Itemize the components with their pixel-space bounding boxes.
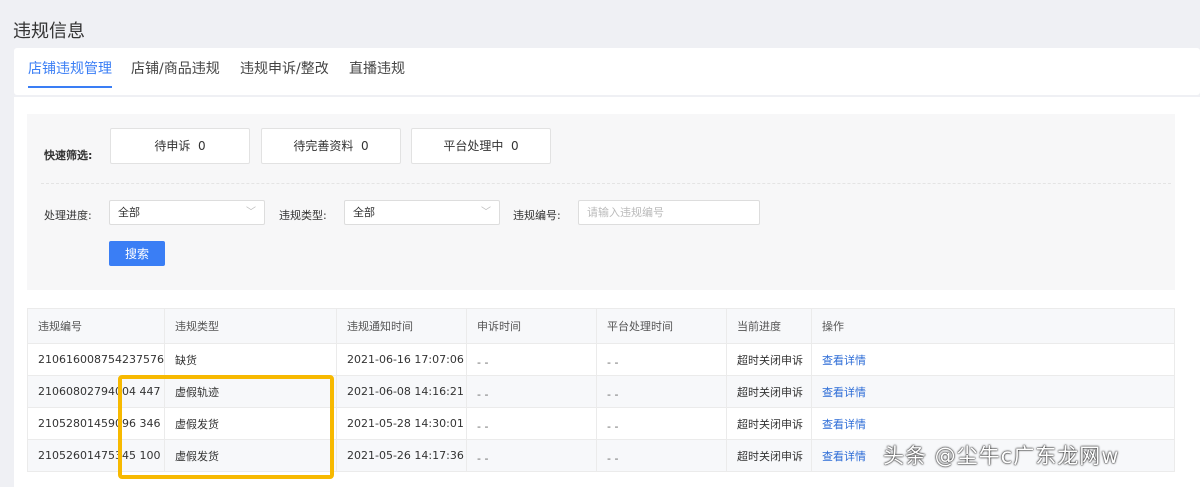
table-row: 210616008754237576 缺货 2021-06-16 17:07:06-… xyxy=(27,343,1176,376)
cell-notice: 2021-05-28 14:30:01 xyxy=(335,407,467,440)
quick-count: 0 xyxy=(198,139,206,153)
col-header: 违规编号 xyxy=(27,308,165,344)
cell-action: 查看详情 xyxy=(810,407,1176,440)
cell-appeal: - - xyxy=(465,407,597,440)
col-header: 操作 xyxy=(810,308,1176,344)
chevron-down-icon: ﹀ xyxy=(246,207,256,218)
cell-id: 210616008754237576 xyxy=(27,343,165,376)
progress-value: 全部 xyxy=(118,206,140,219)
tab-store-violation-management[interactable]: 店铺违规管理 xyxy=(28,58,112,88)
quick-count: 0 xyxy=(511,139,519,153)
cell-status: 超时关闭申诉 xyxy=(725,407,812,440)
quick-filter-platform-processing[interactable]: 平台处理中 0 xyxy=(411,128,551,164)
cell-action: 查看详情 xyxy=(810,375,1176,408)
cell-status: 超时关闭申诉 xyxy=(725,439,812,472)
tab-live-violation[interactable]: 直播违规 xyxy=(349,58,405,86)
cell-status: 超时关闭申诉 xyxy=(725,343,812,376)
watermark: 头条 @尘牛c广东龙网w xyxy=(883,444,1120,468)
col-header: 当前进度 xyxy=(725,308,812,344)
quick-filter-label: 快速筛选: xyxy=(44,149,93,162)
quick-label: 待完善资料 xyxy=(293,139,354,153)
table-row: 21060802794004 447 虚假轨迹 2021-06-08 14:16:2… xyxy=(27,375,1176,408)
cell-type: 虚假轨迹 xyxy=(163,375,337,408)
tab-store-product-violation[interactable]: 店铺/商品违规 xyxy=(131,58,220,86)
page-title: 违规信息 xyxy=(13,21,85,42)
cell-appeal: - - xyxy=(465,439,597,472)
id-label: 违规编号: xyxy=(513,209,561,222)
progress-select[interactable]: 全部 ﹀ xyxy=(109,200,265,225)
col-header: 违规通知时间 xyxy=(335,308,467,344)
divider xyxy=(41,183,1171,184)
violation-id-input[interactable] xyxy=(578,200,760,225)
quick-count: 0 xyxy=(361,139,369,153)
cell-type: 虚假发货 xyxy=(163,439,337,472)
cell-notice: 2021-05-26 14:17:36 xyxy=(335,439,467,472)
cell-action: 查看详情 xyxy=(810,343,1176,376)
type-select[interactable]: 全部 ﹀ xyxy=(344,200,500,225)
cell-type: 缺货 xyxy=(163,343,337,376)
quick-label: 平台处理中 xyxy=(443,139,504,153)
col-header: 平台处理时间 xyxy=(595,308,727,344)
filter-area: 快速筛选: 待申诉 0 待完善资料 0 平台处理中 0 处理进度: 全部 ﹀ 违规… xyxy=(27,114,1175,290)
cell-platform: - - xyxy=(595,439,727,472)
cell-notice: 2021-06-08 14:16:21 xyxy=(335,375,467,408)
cell-id: 21052601475345 100 xyxy=(27,439,165,472)
col-header: 违规类型 xyxy=(163,308,337,344)
tab-bar: 店铺违规管理 店铺/商品违规 违规申诉/整改 直播违规 xyxy=(14,48,1200,95)
cell-appeal: - - xyxy=(465,343,597,376)
view-details-link[interactable]: 查看详情 xyxy=(822,386,866,399)
quick-label: 待申诉 xyxy=(154,139,191,153)
cell-notice: 2021-06-16 17:07:06 xyxy=(335,343,467,376)
cell-id: 21060802794004 447 xyxy=(27,375,165,408)
view-details-link[interactable]: 查看详情 xyxy=(822,450,866,463)
view-details-link[interactable]: 查看详情 xyxy=(822,354,866,367)
cell-platform: - - xyxy=(595,343,727,376)
type-value: 全部 xyxy=(353,206,375,219)
cell-appeal: - - xyxy=(465,375,597,408)
tab-appeal-rectify[interactable]: 违规申诉/整改 xyxy=(240,58,329,86)
cell-platform: - - xyxy=(595,375,727,408)
search-button[interactable]: 搜索 xyxy=(109,241,165,266)
cell-status: 超时关闭申诉 xyxy=(725,375,812,408)
col-header: 申诉时间 xyxy=(465,308,597,344)
progress-label: 处理进度: xyxy=(44,209,92,222)
cell-id: 21052801459096 346 xyxy=(27,407,165,440)
quick-filter-pending-appeal[interactable]: 待申诉 0 xyxy=(110,128,250,164)
cell-type: 虚假发货 xyxy=(163,407,337,440)
cell-platform: - - xyxy=(595,407,727,440)
main-panel: 快速筛选: 待申诉 0 待完善资料 0 平台处理中 0 处理进度: 全部 ﹀ 违规… xyxy=(14,97,1200,487)
quick-filter-pending-info[interactable]: 待完善资料 0 xyxy=(261,128,401,164)
chevron-down-icon: ﹀ xyxy=(481,207,491,218)
type-label: 违规类型: xyxy=(279,209,327,222)
view-details-link[interactable]: 查看详情 xyxy=(822,418,866,431)
table-row: 21052801459096 346 虚假发货 2021-05-28 14:30:0… xyxy=(27,407,1176,440)
